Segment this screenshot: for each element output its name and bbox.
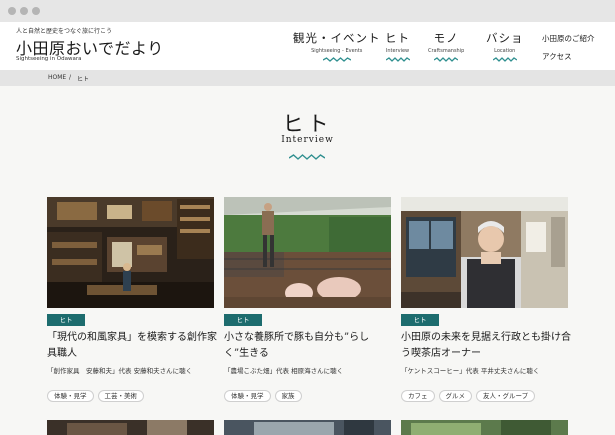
- tag-chip[interactable]: 家族: [274, 390, 302, 402]
- next-article-photo: [47, 420, 214, 435]
- site-header: 人と自然と歴史をつなぐ旅に行こう 小田原おいでだより Sightseeing i…: [0, 22, 615, 70]
- wave-icon: [322, 57, 351, 62]
- breadcrumb-current: ヒト: [77, 76, 90, 83]
- article-thumbnail[interactable]: [401, 420, 568, 435]
- tag-chip[interactable]: 友人・グループ: [476, 390, 536, 402]
- nav-label: バショ: [486, 31, 524, 45]
- article-title[interactable]: 小田原の未来を見据え行政とも掛け合う喫茶店オーナー: [401, 330, 571, 362]
- breadcrumb: HOME / ヒト: [0, 70, 615, 86]
- tag-chip[interactable]: グルメ: [438, 390, 472, 402]
- article-author: 「創作家具 安藤和夫」代表 安藤和夫さんに聴く: [47, 367, 193, 375]
- nav-label: 観光・イベント: [293, 31, 381, 45]
- nav-label: モノ: [433, 31, 459, 45]
- nav-sublabel: Location: [494, 48, 516, 54]
- article-author: 「農場こぶた畑」代表 相原海さんに聴く: [224, 367, 344, 375]
- article-author: 「ケントスコーヒー」代表 平井丈夫さんに聴く: [401, 367, 540, 375]
- browser-window: 人と自然と歴史をつなぐ旅に行こう 小田原おいでだより Sightseeing i…: [0, 0, 615, 435]
- wave-icon: [385, 57, 410, 62]
- wave-icon: [289, 154, 325, 160]
- nav-sublabel: Sightseeing - Events: [311, 48, 363, 54]
- breadcrumb-home[interactable]: HOME: [48, 74, 66, 81]
- article-thumbnail[interactable]: [47, 420, 214, 435]
- window-minimize-dot[interactable]: [20, 7, 28, 15]
- tag-list: カフェ グルメ 友人・グループ: [401, 383, 539, 402]
- article-thumbnail[interactable]: [401, 197, 568, 308]
- breadcrumb-separator: /: [69, 74, 72, 81]
- page-title: ヒト: [282, 112, 333, 136]
- category-badge[interactable]: ヒト: [401, 314, 439, 326]
- nav-craftsmanship[interactable]: モノ Craftsmanship: [428, 30, 464, 62]
- nav-location[interactable]: バショ Location: [486, 30, 524, 62]
- site-tagline: 人と自然と歴史をつなぐ旅に行こう: [16, 28, 113, 35]
- tag-chip[interactable]: 工芸・美術: [97, 390, 144, 402]
- article-title[interactable]: 「現代の和風家具」を模索する創作家具職人: [47, 330, 217, 362]
- tag-list: 体験・見学 家族: [224, 383, 306, 402]
- nav-interview[interactable]: ヒト Interview: [385, 30, 410, 62]
- tag-chip[interactable]: 体験・見学: [224, 390, 271, 402]
- subnav-access[interactable]: アクセス: [542, 51, 572, 62]
- nav-sublabel: Interview: [385, 48, 410, 54]
- page-subtitle: Interview: [281, 135, 334, 145]
- wave-icon: [492, 57, 517, 62]
- site-name-en: Sightseeing in Odawara: [16, 56, 82, 62]
- next-article-photo: [224, 420, 391, 435]
- article-thumbnail[interactable]: [224, 420, 391, 435]
- nav-sightseeing-events[interactable]: 観光・イベント Sightseeing - Events: [293, 30, 381, 62]
- article-thumbnail[interactable]: [47, 197, 214, 308]
- nav-sublabel: Craftsmanship: [428, 48, 465, 54]
- window-zoom-dot[interactable]: [32, 7, 40, 15]
- workshop-photo: [47, 197, 214, 308]
- window-close-dot[interactable]: [8, 7, 16, 15]
- tag-chip[interactable]: 体験・見学: [47, 390, 94, 402]
- wave-icon: [434, 57, 459, 62]
- article-title[interactable]: 小さな養豚所で豚も自分も”らしく”生きる: [224, 330, 394, 362]
- browser-chrome: [0, 0, 615, 22]
- tag-chip[interactable]: カフェ: [401, 390, 435, 402]
- subnav-about-odawara[interactable]: 小田原のご紹介: [542, 33, 595, 44]
- category-badge[interactable]: ヒト: [224, 314, 262, 326]
- nav-label: ヒト: [385, 31, 410, 45]
- coffee-shop-owner-photo: [401, 197, 568, 308]
- tag-list: 体験・見学 工芸・美術: [47, 383, 148, 402]
- article-thumbnail[interactable]: [224, 197, 391, 308]
- pig-farm-photo: [224, 197, 391, 308]
- category-badge[interactable]: ヒト: [47, 314, 85, 326]
- next-article-photo: [401, 420, 568, 435]
